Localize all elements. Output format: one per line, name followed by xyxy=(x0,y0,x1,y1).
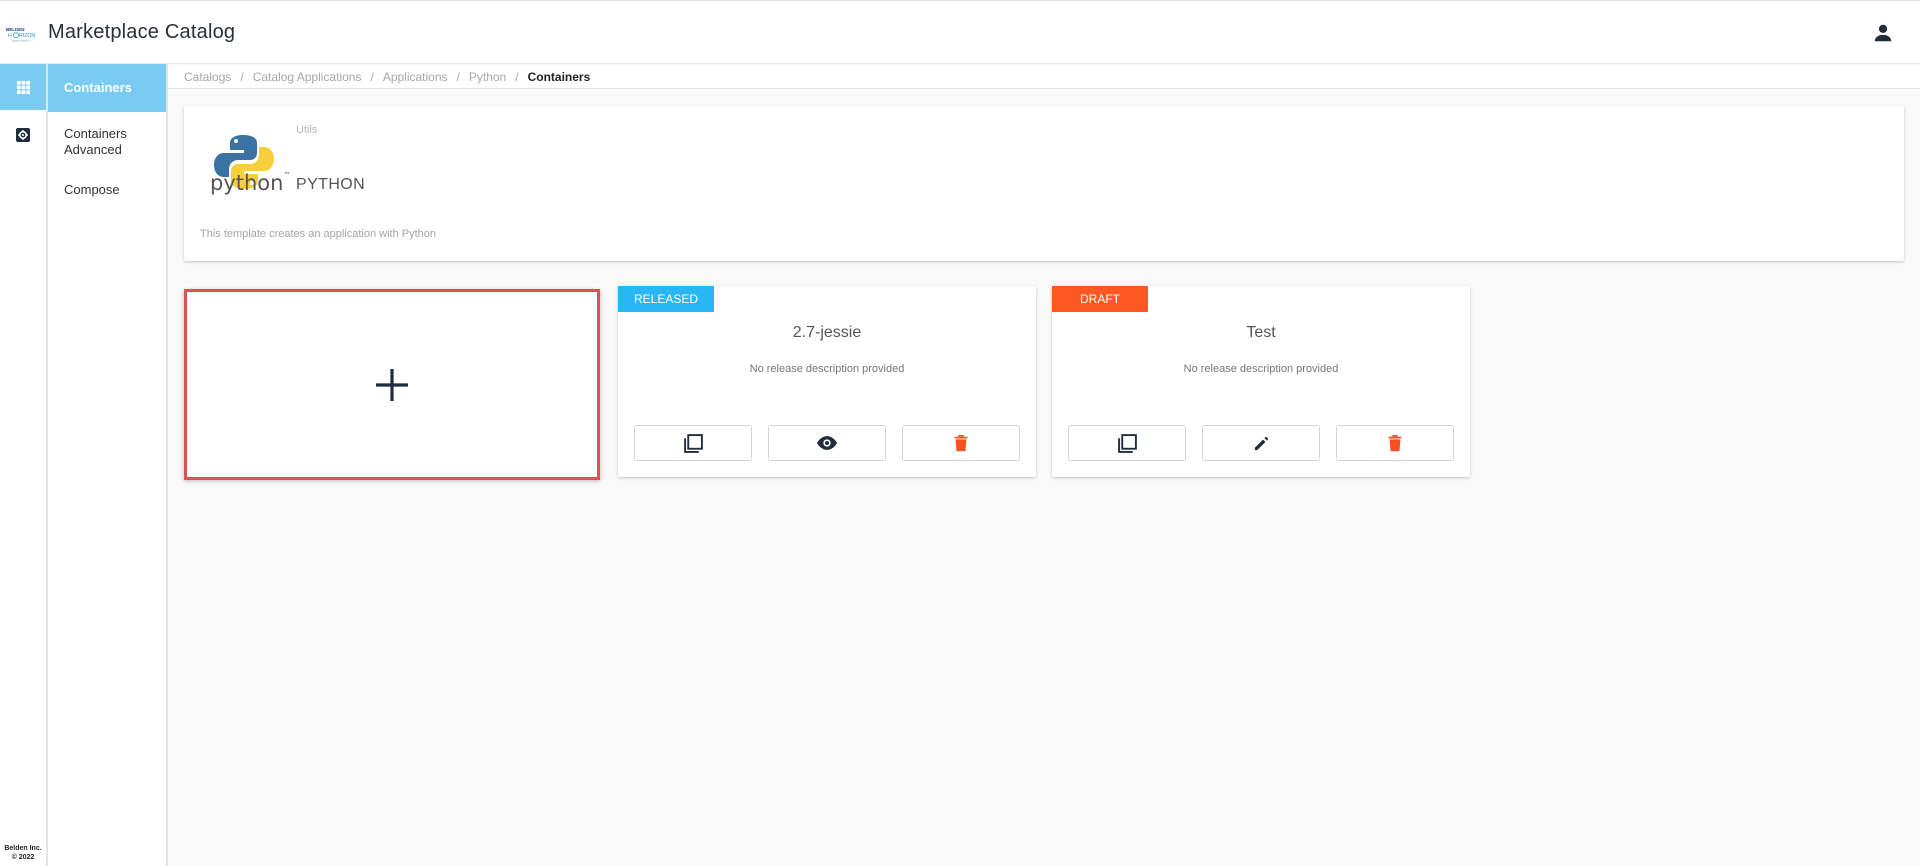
version-actions xyxy=(634,425,1020,461)
delete-button[interactable] xyxy=(1336,425,1454,461)
breadcrumb-separator: / xyxy=(370,69,374,84)
icon-rail: Belden Inc. © 2022 xyxy=(0,64,48,866)
breadcrumb-catalogs[interactable]: Catalogs xyxy=(184,70,231,84)
delete-button[interactable] xyxy=(902,425,1020,461)
svg-text:digital solutions: digital solutions xyxy=(12,39,30,43)
delete-icon xyxy=(954,434,968,452)
subnav-item-containers-advanced[interactable]: Containers Advanced xyxy=(48,118,166,166)
status-badge: RELEASED xyxy=(618,286,714,312)
view-icon xyxy=(816,436,838,450)
apps-grid-icon xyxy=(16,80,30,94)
delete-icon xyxy=(1388,434,1402,452)
duplicate-button[interactable] xyxy=(634,425,752,461)
subnav-item-compose[interactable]: Compose xyxy=(48,174,166,206)
subnav-item-containers[interactable]: Containers xyxy=(48,64,166,112)
breadcrumb-separator: / xyxy=(456,69,460,84)
edit-button[interactable] xyxy=(1202,425,1320,461)
breadcrumb-applications[interactable]: Applications xyxy=(383,70,448,84)
version-description: No release description provided xyxy=(1183,363,1339,375)
add-version-card[interactable] xyxy=(184,289,600,480)
rail-item-catalog[interactable] xyxy=(0,64,46,110)
breadcrumb-python[interactable]: Python xyxy=(469,70,506,84)
plus-icon xyxy=(376,368,408,401)
breadcrumb-catalog-applications[interactable]: Catalog Applications xyxy=(253,70,362,84)
breadcrumb-containers: Containers xyxy=(527,69,591,84)
breadcrumb-separator: / xyxy=(515,69,519,84)
version-actions xyxy=(1068,425,1454,461)
app-category: Utils xyxy=(296,124,318,136)
svg-text:BELDEN: BELDEN xyxy=(6,27,25,32)
breadcrumb-separator: / xyxy=(240,69,244,84)
duplicate-button[interactable] xyxy=(1068,425,1186,461)
app-title: Marketplace Catalog xyxy=(48,21,236,43)
edit-icon xyxy=(1254,436,1268,450)
status-badge: DRAFT xyxy=(1052,286,1148,312)
app-name: PYTHON xyxy=(296,176,366,193)
copyright: Belden Inc. © 2022 xyxy=(4,845,42,861)
copy-icon xyxy=(683,433,703,453)
sub-nav: Containers Containers Advanced Compose xyxy=(48,64,168,866)
python-wordmark: python™ xyxy=(210,171,291,195)
rail-item-settings[interactable] xyxy=(0,112,46,158)
version-card: DRAFT Test No release description provid… xyxy=(1052,286,1470,477)
version-description: No release description provided xyxy=(749,363,905,375)
version-title: 2.7-jessie xyxy=(792,324,862,341)
version-card: RELEASED 2.7-jessie No release descripti… xyxy=(618,286,1036,477)
user-icon[interactable] xyxy=(1872,22,1894,44)
breadcrumb: Catalogs / Catalog Applications / Applic… xyxy=(168,65,1920,89)
top-bar: BELDEN H RIZON digital solutions Marketp… xyxy=(0,0,1920,64)
svg-text:H: H xyxy=(8,33,12,39)
svg-text:RIZON: RIZON xyxy=(19,33,35,39)
view-button[interactable] xyxy=(768,425,886,461)
belden-horizon-logo: BELDEN H RIZON digital solutions xyxy=(6,27,35,43)
app-description: This template creates an application wit… xyxy=(200,228,437,240)
copy-icon xyxy=(1117,433,1137,453)
settings-box-icon xyxy=(16,128,30,142)
application-card: python™ Utils PYTHON This template creat… xyxy=(184,106,1904,261)
version-title: Test xyxy=(1246,324,1276,341)
